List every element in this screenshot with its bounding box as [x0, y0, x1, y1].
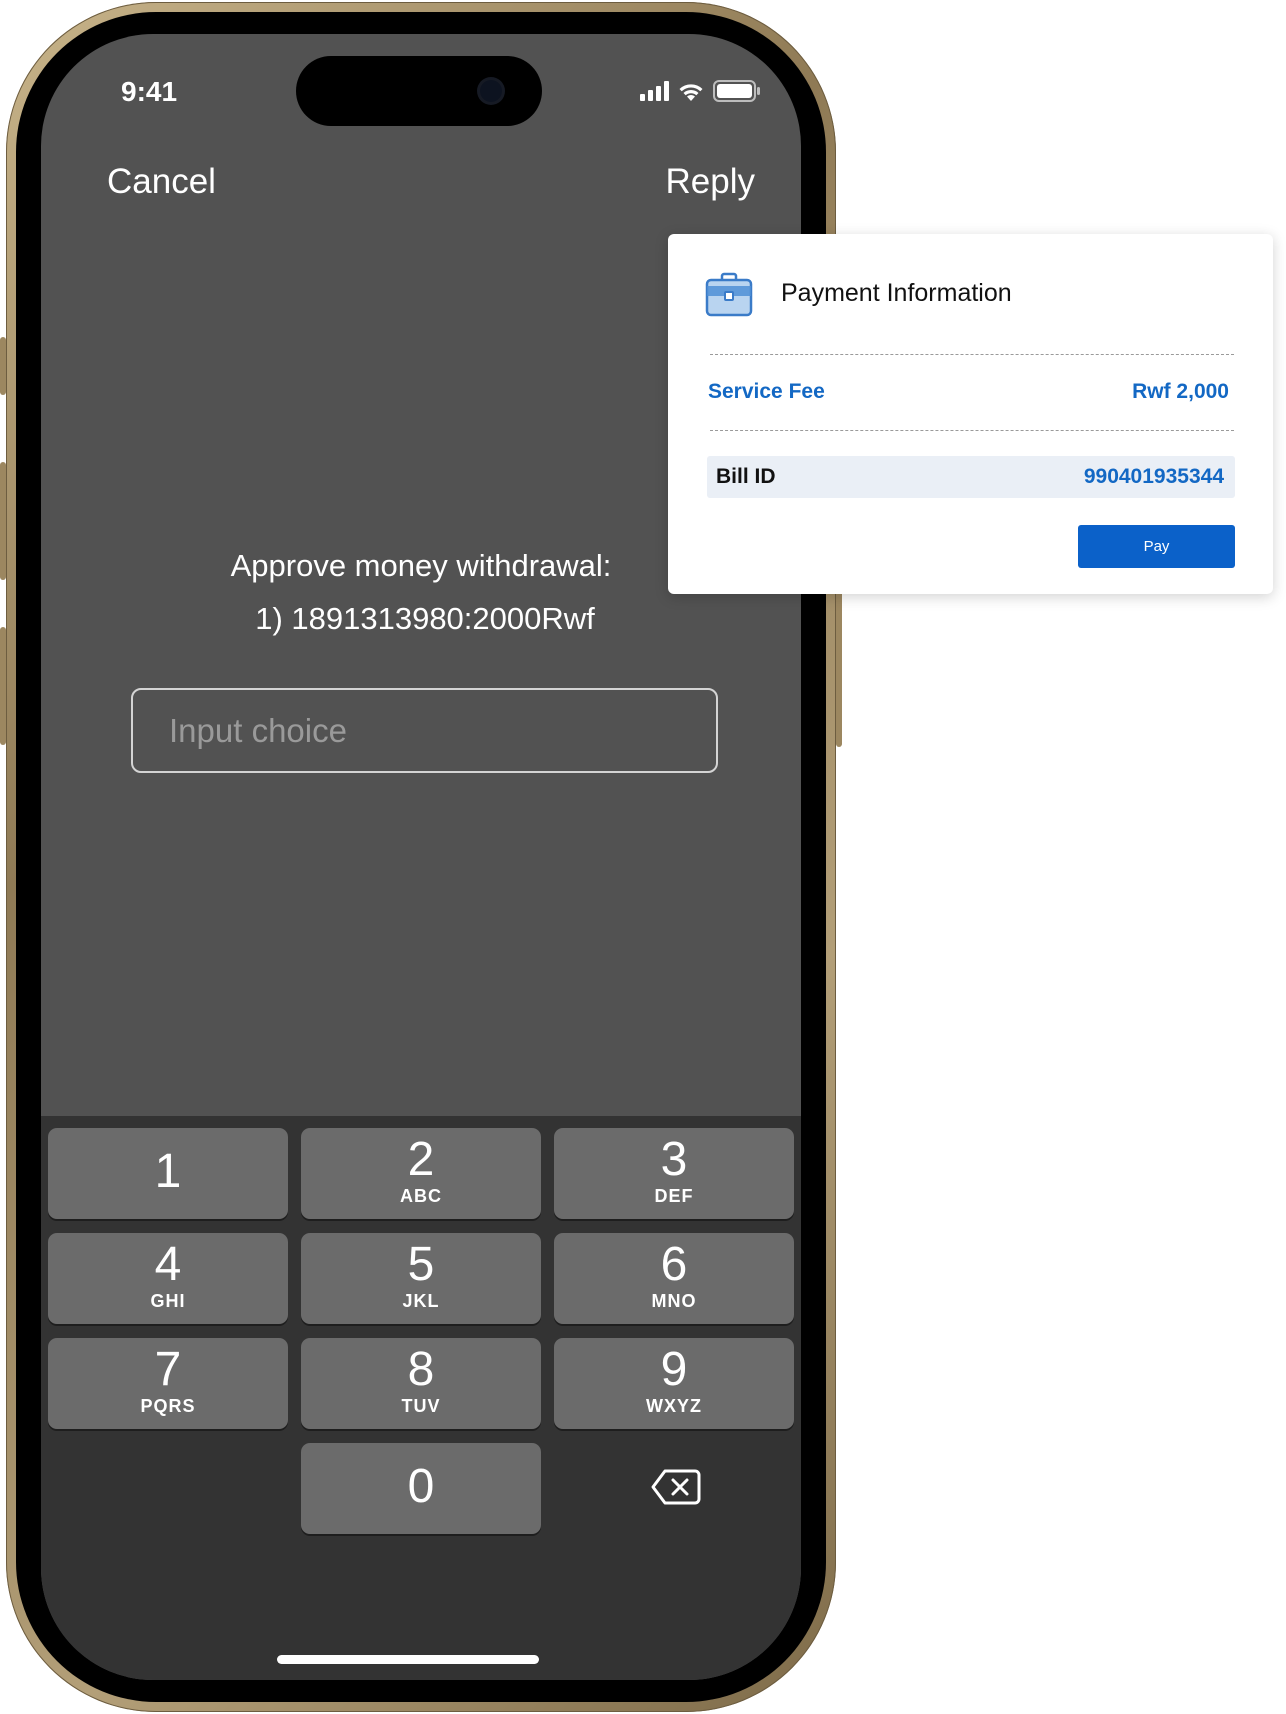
key-number: 5	[407, 1238, 435, 1291]
key-letters: DEF	[654, 1186, 694, 1206]
bill-id-value: 990401935344	[1083, 465, 1224, 488]
home-indicator[interactable]	[277, 1655, 539, 1664]
reply-button[interactable]: Reply	[666, 162, 755, 202]
key-6[interactable]: 6 MNO	[554, 1233, 794, 1324]
key-number: 7	[154, 1343, 182, 1396]
bill-id-label: Bill ID	[716, 465, 776, 488]
service-fee-label: Service Fee	[708, 380, 825, 403]
service-fee-value: Rwf 2,000	[1132, 380, 1229, 403]
divider	[710, 430, 1234, 431]
front-camera-icon	[480, 80, 502, 102]
pay-button[interactable]: Pay	[1078, 525, 1235, 568]
key-number: 6	[660, 1238, 688, 1291]
card-title: Payment Information	[781, 279, 1012, 307]
key-number: 1	[154, 1145, 182, 1198]
message-line-2: 1) 1891313980:2000Rwf	[255, 601, 595, 636]
power-button	[836, 587, 842, 747]
key-2[interactable]: 2 ABC	[301, 1128, 541, 1219]
status-icons	[640, 80, 761, 102]
volume-up-button	[0, 462, 6, 580]
key-number: 9	[660, 1343, 688, 1396]
cancel-button[interactable]: Cancel	[107, 162, 216, 202]
key-letters: MNO	[651, 1291, 697, 1311]
status-time: 9:41	[121, 76, 178, 107]
key-number: 2	[407, 1133, 435, 1186]
battery-icon	[713, 80, 761, 102]
divider	[710, 354, 1234, 355]
choice-input[interactable]	[131, 688, 718, 773]
action-button	[0, 337, 6, 395]
key-letters: TUV	[401, 1396, 441, 1416]
key-1[interactable]: 1	[48, 1128, 288, 1219]
key-letters: WXYZ	[646, 1396, 702, 1416]
key-0[interactable]: 0	[301, 1443, 541, 1534]
briefcase-icon	[705, 272, 753, 318]
key-7[interactable]: 7 PQRS	[48, 1338, 288, 1429]
key-number: 8	[407, 1343, 435, 1396]
key-8[interactable]: 8 TUV	[301, 1338, 541, 1429]
bill-id-row: Bill ID 990401935344	[707, 456, 1235, 498]
numeric-keypad: 1 2 ABC 3 DEF 4 GHI 5 JKL 6 MNO 7 PQRS 8…	[41, 1116, 801, 1680]
backspace-icon[interactable]	[651, 1468, 701, 1506]
key-letters: ABC	[400, 1186, 442, 1206]
volume-down-button	[0, 627, 6, 745]
key-number: 4	[154, 1238, 182, 1291]
wifi-icon	[677, 80, 705, 102]
key-letters: JKL	[402, 1291, 440, 1311]
key-letters: GHI	[150, 1291, 186, 1311]
key-3[interactable]: 3 DEF	[554, 1128, 794, 1219]
dynamic-island	[296, 56, 542, 126]
signal-icon	[640, 81, 669, 101]
key-9[interactable]: 9 WXYZ	[554, 1338, 794, 1429]
key-number: 3	[660, 1133, 688, 1186]
key-5[interactable]: 5 JKL	[301, 1233, 541, 1324]
payment-info-card: Payment Information Service Fee Rwf 2,00…	[668, 234, 1273, 594]
key-letters: PQRS	[140, 1396, 196, 1416]
key-number: 0	[407, 1460, 435, 1513]
key-4[interactable]: 4 GHI	[48, 1233, 288, 1324]
